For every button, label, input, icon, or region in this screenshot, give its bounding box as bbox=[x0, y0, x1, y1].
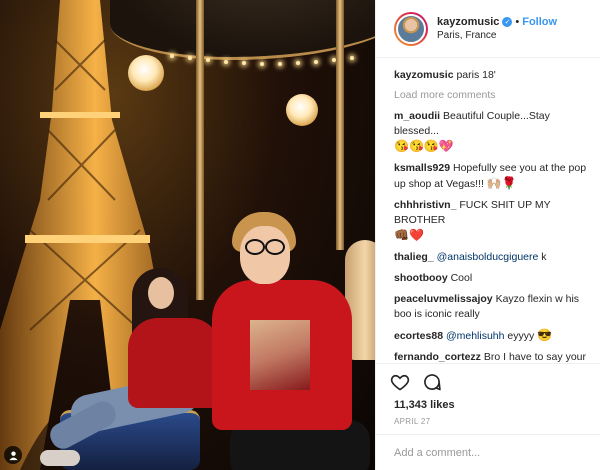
post-sidebar: kayzomusic ✓ • Follow Paris, France kayz… bbox=[375, 0, 600, 470]
post-photo[interactable] bbox=[0, 0, 375, 470]
comment-username[interactable]: kayzomusic bbox=[394, 69, 454, 81]
comment-bubble-icon[interactable] bbox=[422, 372, 442, 392]
comment: ksmalls929 Hopefully see you at the pop … bbox=[394, 161, 588, 192]
comment: thalieg_ @anaisbolducgiguere k bbox=[394, 250, 588, 265]
comment-username[interactable]: fernando_cortezz bbox=[394, 351, 481, 363]
avatar[interactable] bbox=[396, 13, 426, 44]
caption: kayzomusic paris 18' bbox=[394, 68, 588, 83]
comment: m_aoudii Beautiful Couple...Stay blessed… bbox=[394, 109, 588, 155]
person-face bbox=[240, 226, 290, 284]
carousel-lamp bbox=[286, 94, 318, 126]
comment: chhhristivn_ FUCK SHIT UP MY BROTHER 👊🏾❤… bbox=[394, 198, 588, 244]
action-bar bbox=[376, 363, 600, 399]
person-face bbox=[148, 277, 174, 309]
comment: ecortes88 @mehlisuhh eyyyy 😎 bbox=[394, 328, 588, 344]
comment: peaceluvmelissajoy Kayzo flexin w his bo… bbox=[394, 292, 588, 322]
separator-dot: • bbox=[515, 16, 520, 28]
comment-username[interactable]: chhhristivn_ bbox=[394, 199, 456, 211]
header-line: kayzomusic ✓ • Follow bbox=[437, 16, 557, 28]
comment: fernando_cortezz Bro I have to say your … bbox=[394, 350, 588, 363]
carousel-pole bbox=[196, 0, 204, 300]
user-tag-icon[interactable] bbox=[4, 446, 22, 464]
comment-text: k bbox=[541, 251, 547, 263]
comment-username[interactable]: ksmalls929 bbox=[394, 162, 450, 174]
mention-link[interactable]: @mehlisuhh bbox=[446, 330, 505, 342]
comment-username[interactable]: m_aoudii bbox=[394, 110, 440, 122]
comment-text: eyyyy bbox=[507, 330, 535, 342]
heart-icon[interactable] bbox=[390, 372, 410, 392]
header-info: kayzomusic ✓ • Follow Paris, France bbox=[437, 16, 557, 41]
comment-username[interactable]: peaceluvmelissajoy bbox=[394, 293, 493, 305]
person-silhouette-icon bbox=[8, 450, 18, 460]
shoe bbox=[40, 450, 80, 466]
post-header: kayzomusic ✓ • Follow Paris, France bbox=[376, 0, 600, 58]
carousel-pole bbox=[336, 0, 344, 250]
comment-username[interactable]: thalieg_ bbox=[394, 251, 434, 263]
likes-count[interactable]: 11,343 likes bbox=[376, 399, 600, 411]
add-comment-input[interactable]: Add a comment... bbox=[376, 434, 600, 470]
mention-link[interactable]: @anaisbolducgiguere bbox=[437, 251, 539, 263]
comment-list: kayzomusic paris 18' Load more comments … bbox=[376, 58, 600, 363]
carousel-lamp bbox=[128, 55, 164, 91]
post-date[interactable]: APRIL 27 bbox=[376, 411, 600, 434]
follow-button[interactable]: Follow bbox=[522, 16, 557, 28]
location-link[interactable]: Paris, France bbox=[437, 30, 557, 41]
comment-emoji: 😘😘😘💖 bbox=[394, 139, 454, 153]
comment-emoji: 👊🏾❤️ bbox=[394, 228, 424, 242]
instagram-post: kayzomusic ✓ • Follow Paris, France kayz… bbox=[0, 0, 600, 470]
comment-emoji: 🙌🏼🌹 bbox=[486, 176, 517, 190]
comment: shootbooy Cool bbox=[394, 271, 588, 286]
story-ring[interactable] bbox=[394, 11, 428, 46]
comment-emoji: 😎 bbox=[537, 328, 553, 342]
comment-text: Cool bbox=[450, 272, 473, 284]
red-jacket bbox=[128, 318, 220, 408]
comment-username[interactable]: ecortes88 bbox=[394, 330, 443, 342]
sweater-print bbox=[250, 320, 310, 390]
comment-username[interactable]: shootbooy bbox=[394, 272, 448, 284]
load-more-comments-button[interactable]: Load more comments bbox=[394, 89, 588, 101]
username-link[interactable]: kayzomusic bbox=[437, 16, 499, 28]
verified-badge-icon: ✓ bbox=[502, 17, 513, 27]
caption-text: paris 18' bbox=[456, 69, 496, 81]
glasses bbox=[245, 239, 285, 255]
